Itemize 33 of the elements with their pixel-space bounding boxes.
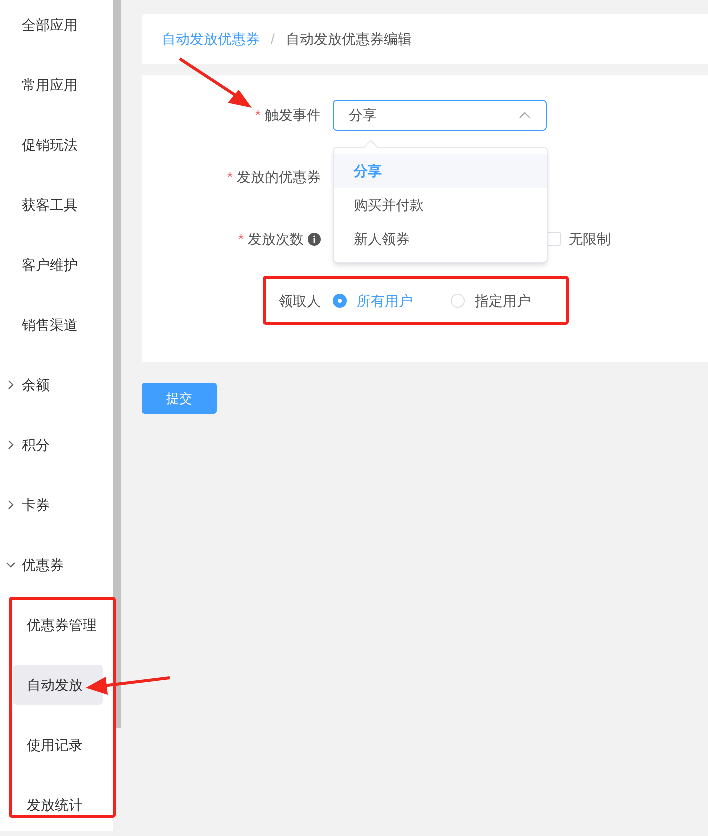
field-label: 领取人 — [279, 292, 321, 310]
select-field[interactable]: 分享 — [333, 100, 547, 130]
sidebar-item[interactable]: 常用应用 — [22, 74, 78, 96]
breadcrumb-separator: / — [270, 30, 276, 48]
sidebar-item[interactable]: 客户维护 — [22, 254, 78, 276]
sidebar-item[interactable]: 全部应用 — [22, 14, 78, 36]
breadcrumb-current: 自动发放优惠券编辑 — [286, 30, 412, 48]
sidebar-item[interactable]: 促销玩法 — [22, 134, 78, 156]
dropdown-option[interactable]: 新人领券 — [334, 222, 547, 256]
required-mark: * — [228, 168, 233, 186]
radio-label[interactable]: 指定用户 — [475, 290, 531, 312]
chevron-up-icon — [519, 111, 531, 119]
sidebar-group[interactable]: 余额 — [22, 374, 50, 396]
field-label: 发放的优惠券 — [237, 168, 321, 186]
sidebar-item[interactable]: 自动发放 — [13, 665, 103, 705]
field-label: 触发事件 — [265, 106, 321, 124]
sidebar-item[interactable]: 发放统计 — [13, 785, 103, 825]
checkbox-label[interactable]: 无限制 — [569, 228, 611, 250]
sidebar-item[interactable]: 销售渠道 — [22, 314, 78, 336]
checkbox[interactable] — [547, 232, 561, 246]
dropdown-option[interactable]: 购买并付款 — [334, 188, 547, 222]
radio-button[interactable] — [333, 294, 347, 308]
sidebar-group[interactable]: 积分 — [22, 434, 50, 456]
info-icon[interactable] — [308, 232, 321, 246]
sidebar-group[interactable]: 优惠券 — [22, 554, 64, 576]
scrollbar-thumb[interactable] — [113, 0, 121, 728]
sidebar-item[interactable]: 获客工具 — [22, 194, 78, 216]
sidebar-group[interactable]: 卡券 — [22, 494, 50, 516]
sidebar-item[interactable]: 使用记录 — [13, 725, 103, 765]
required-mark: * — [238, 230, 244, 248]
required-mark: * — [256, 106, 261, 124]
field-label: 发放次数 — [248, 230, 304, 248]
sidebar-item[interactable]: 优惠券管理 — [13, 605, 103, 645]
